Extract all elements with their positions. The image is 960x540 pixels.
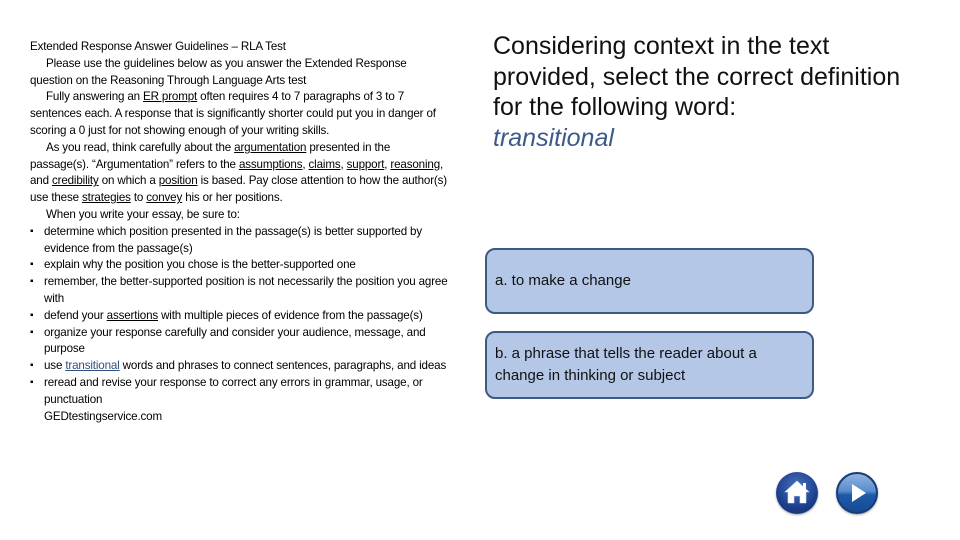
position-link[interactable]: position [159, 174, 198, 187]
text: to [130, 191, 147, 205]
bullet-icon: ▪ [30, 376, 34, 388]
guidelines-panel: Extended Response Answer Guidelines – RL… [30, 39, 450, 425]
er-prompt-link[interactable]: ER prompt [143, 90, 197, 103]
guidelines-paragraph-length: Fully answering an ER prompt often requi… [30, 89, 450, 139]
claims-link[interactable]: claims [309, 158, 341, 171]
guidelines-bullet-list: ▪ determine which position presented in t… [30, 224, 450, 409]
guidelines-argumentation: As you read, think carefully about the a… [30, 140, 450, 207]
assumptions-link[interactable]: assumptions [239, 158, 303, 171]
strategies-link[interactable]: strategies [82, 191, 131, 204]
bullet-icon: ▪ [30, 360, 34, 372]
home-icon [784, 480, 810, 504]
answer-option-b[interactable]: b. a phrase that tells the reader about … [485, 331, 814, 399]
text: defend your [44, 308, 107, 322]
text: with multiple pieces of evidence from th… [158, 308, 423, 322]
reasoning-link[interactable]: reasoning [390, 158, 440, 171]
text: explain why the position you chose is th… [44, 258, 356, 272]
guidelines-intro: Please use the guidelines below as you a… [30, 56, 407, 87]
list-item: ▪ defend your assertions with multiple pi… [30, 308, 450, 325]
question-prompt: Considering context in the text provided… [493, 31, 913, 153]
text: Fully answering an [46, 90, 144, 104]
text: his or her positions. [182, 191, 283, 205]
bullet-icon: ▪ [30, 225, 34, 237]
list-item: ▪ organize your response carefully and co… [30, 325, 450, 359]
answer-option-b-label: b. a phrase that tells the reader about … [495, 345, 757, 384]
answer-option-a[interactable]: a. to make a change [485, 248, 814, 314]
convey-link[interactable]: convey [146, 191, 182, 204]
transitional-link[interactable]: transitional [65, 359, 119, 372]
support-link[interactable]: support [347, 158, 385, 171]
home-button[interactable] [776, 472, 818, 514]
play-next-icon [852, 484, 866, 502]
bullet-icon: ▪ [30, 276, 34, 288]
text: use [44, 359, 66, 373]
text: determine which position presented in th… [44, 224, 423, 255]
text: organize your response carefully and con… [44, 325, 426, 356]
text: remember, the better-supported position … [44, 275, 448, 305]
source-credit: GEDtestingservice.com [44, 409, 162, 423]
guidelines-lead: When you write your essay, be sure to: [46, 207, 240, 221]
text: As you read, think carefully about the [46, 140, 235, 154]
credibility-link[interactable]: credibility [52, 174, 99, 187]
list-item: ▪ explain why the position you chose is t… [30, 257, 450, 274]
list-item: ▪ remember, the better-supported position… [30, 274, 450, 308]
bullet-icon: ▪ [30, 309, 34, 321]
argumentation-link[interactable]: argumentation [234, 141, 306, 154]
guidelines-title: Extended Response Answer Guidelines – RL… [30, 40, 286, 53]
text: words and phrases to connect sentences, … [119, 359, 447, 373]
text: reread and revise your response to corre… [44, 375, 423, 406]
list-item: ▪ determine which position presented in t… [30, 224, 450, 258]
target-word: transitional [493, 123, 614, 152]
bullet-icon: ▪ [30, 259, 34, 271]
answer-option-a-label: a. to make a change [495, 272, 631, 289]
question-text: Considering context in the text provided… [493, 32, 901, 121]
assertions-link[interactable]: assertions [107, 309, 158, 322]
list-item: ▪ reread and revise your response to corr… [30, 375, 450, 409]
bullet-icon: ▪ [30, 326, 34, 338]
text: on which a [98, 174, 159, 188]
next-button[interactable] [836, 472, 878, 514]
list-item: ▪ use transitional words and phrases to c… [30, 358, 450, 375]
